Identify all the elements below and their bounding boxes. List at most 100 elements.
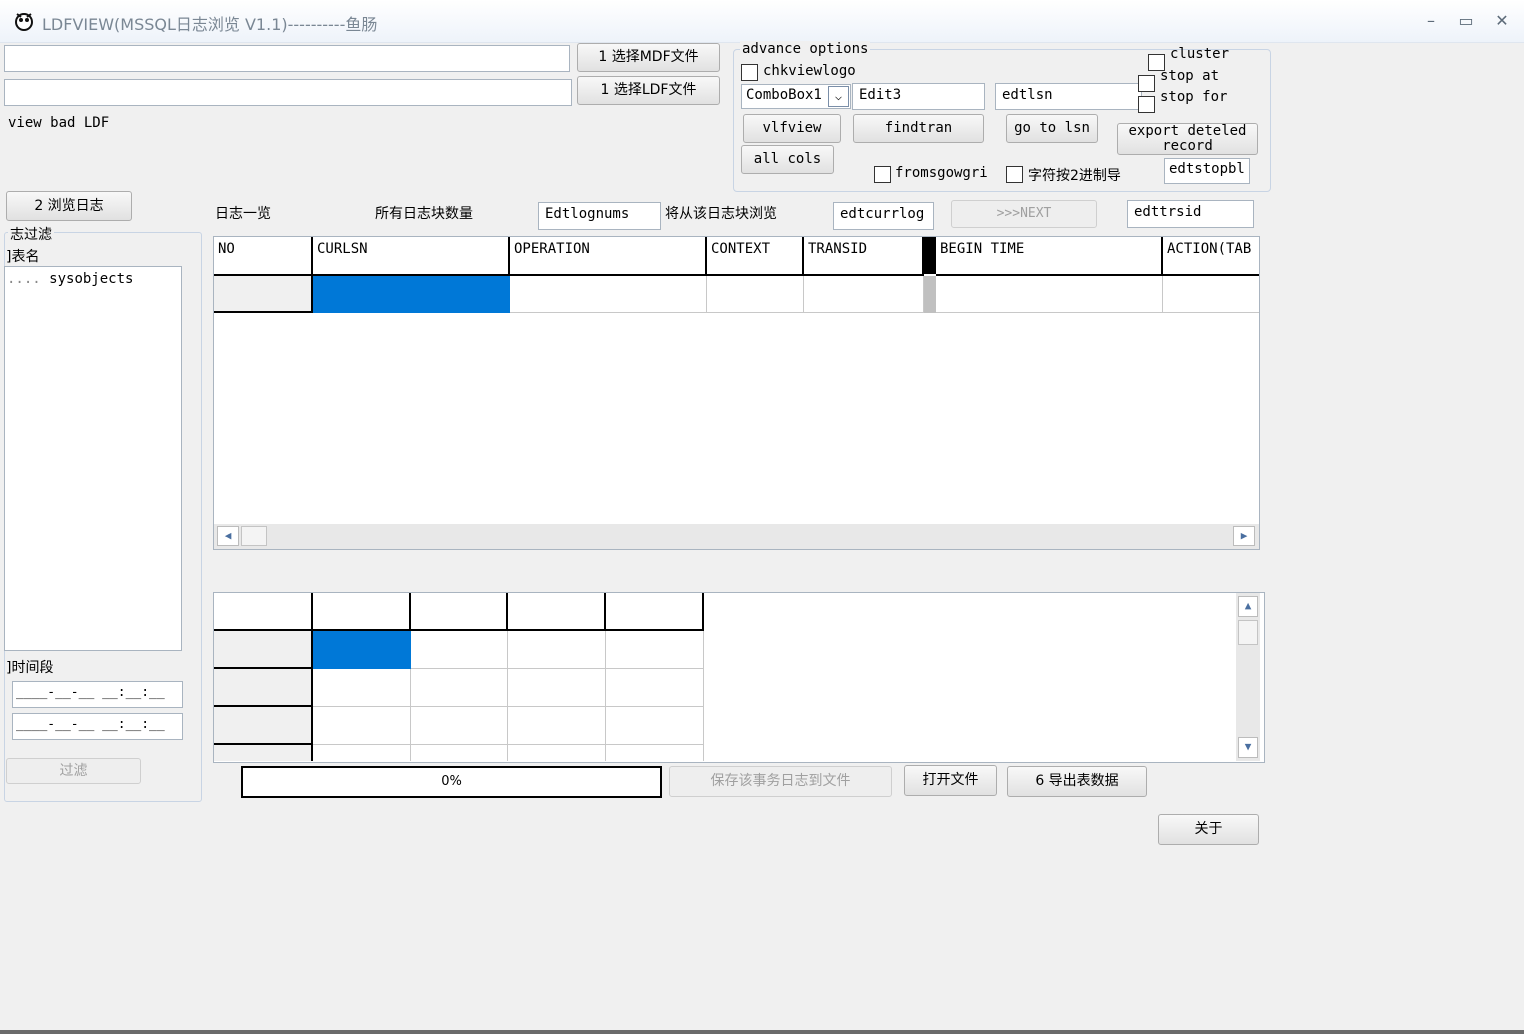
col-header-no[interactable]: NO	[214, 237, 313, 276]
detail-cell[interactable]	[508, 631, 606, 669]
stop-at-checkbox[interactable]	[1138, 75, 1155, 92]
chkviewlogo-checkbox[interactable]	[741, 64, 758, 81]
detail-cell[interactable]	[606, 669, 704, 707]
log-filter-label: 志过滤	[8, 224, 54, 244]
go-to-lsn-button[interactable]: go to lsn	[1006, 114, 1098, 143]
edtstopbl-input[interactable]: edtstopbl	[1164, 158, 1250, 184]
detail-col-header[interactable]	[606, 593, 704, 631]
time-from-input[interactable]: ____-__-__ __:__:__	[12, 681, 183, 708]
tree-item-label: sysobjects	[49, 271, 134, 287]
select-ldf-button[interactable]: 1 选择LDF文件	[577, 76, 720, 105]
detail-row-header[interactable]	[214, 669, 313, 707]
detail-cell[interactable]	[411, 707, 508, 745]
close-button[interactable]: ✕	[1488, 9, 1516, 33]
save-transaction-log-button[interactable]: 保存该事务日志到文件	[669, 766, 892, 797]
detail-selected-cell[interactable]	[313, 631, 411, 669]
selected-cell[interactable]	[313, 276, 510, 313]
grid-cell[interactable]	[1163, 276, 1259, 313]
detail-cell[interactable]	[508, 745, 606, 761]
detail-cell[interactable]	[411, 745, 508, 761]
detail-row-header[interactable]	[214, 745, 313, 761]
edtlsn-input[interactable]: edtlsn	[995, 83, 1142, 110]
advance-options-label: advance options	[740, 41, 871, 57]
scroll-right-icon[interactable]: ▶	[1233, 526, 1255, 546]
row-indicator[interactable]	[214, 276, 313, 313]
grid-cell[interactable]	[936, 276, 1163, 313]
vertical-scrollbar-thumb[interactable]	[1238, 620, 1258, 645]
curr-log-input[interactable]: edtcurrlog	[833, 202, 934, 230]
scroll-up-icon[interactable]: ▲	[1238, 596, 1258, 617]
vertical-scrollbar[interactable]	[1236, 593, 1260, 761]
scroll-down-icon[interactable]: ▼	[1238, 737, 1258, 758]
about-button[interactable]: 关于	[1158, 814, 1259, 845]
column-divider-cell	[924, 276, 936, 313]
vlfview-button[interactable]: vlfview	[743, 114, 841, 143]
detail-col-header[interactable]	[313, 593, 411, 631]
detail-cell[interactable]	[508, 707, 606, 745]
view-bad-ldf-label: view bad LDF	[8, 115, 110, 131]
all-cols-button[interactable]: all cols	[741, 145, 834, 174]
minimize-button[interactable]: –	[1417, 9, 1445, 33]
export-table-data-button[interactable]: 6 导出表数据	[1007, 766, 1147, 797]
export-deleted-record-button[interactable]: export deteled record	[1117, 123, 1258, 155]
fromsgowgri-label: fromsgowgri	[895, 165, 988, 181]
table-name-label: ]表名	[6, 249, 40, 265]
detail-col-header[interactable]	[508, 593, 606, 631]
chkviewlogo-label: chkviewlogo	[763, 63, 856, 79]
trsid-input[interactable]: edttrsid	[1127, 200, 1254, 228]
block-count-input[interactable]: Edtlognums	[538, 202, 661, 230]
detail-cell[interactable]	[313, 707, 411, 745]
next-button[interactable]: >>>NEXT	[951, 200, 1097, 228]
select-mdf-button[interactable]: 1 选择MDF文件	[577, 43, 720, 72]
grid-cell[interactable]	[510, 276, 707, 313]
detail-row-header[interactable]	[214, 707, 313, 745]
detail-col-header[interactable]	[411, 593, 508, 631]
browse-from-label: 将从该日志块浏览	[665, 206, 777, 222]
detail-cell[interactable]	[411, 669, 508, 707]
detail-corner[interactable]	[214, 593, 313, 631]
detail-cell[interactable]	[508, 669, 606, 707]
detail-cell[interactable]	[411, 631, 508, 669]
filter-button[interactable]: 过滤	[6, 758, 141, 784]
char-binary-checkbox[interactable]	[1006, 166, 1023, 183]
time-to-input[interactable]: ____-__-__ __:__:__	[12, 713, 183, 740]
open-file-button[interactable]: 打开文件	[904, 765, 997, 796]
detail-cell[interactable]	[606, 745, 704, 761]
stop-for-checkbox[interactable]	[1138, 96, 1155, 113]
char-binary-label: 字符按2进制导	[1028, 168, 1121, 184]
ldf-path-input[interactable]	[4, 79, 572, 106]
detail-cell[interactable]	[313, 669, 411, 707]
col-header-context[interactable]: CONTEXT	[707, 237, 804, 276]
browse-log-button[interactable]: 2 浏览日志	[6, 191, 132, 221]
app-icon	[15, 13, 33, 31]
findtran-button[interactable]: findtran	[853, 114, 984, 143]
col-header-operation[interactable]: OPERATION	[510, 237, 707, 276]
block-count-label: 所有日志块数量	[375, 206, 473, 222]
cluster-label: cluster	[1170, 46, 1230, 62]
stop-at-label: stop at	[1160, 68, 1220, 84]
mdf-path-input[interactable]	[4, 45, 570, 72]
grid-cell[interactable]	[804, 276, 924, 313]
detail-row-header[interactable]	[214, 631, 313, 669]
edit3-input[interactable]: Edit3	[852, 83, 985, 110]
table-tree[interactable]: .... sysobjects	[4, 266, 182, 651]
tree-item-sysobjects[interactable]: .... sysobjects	[7, 271, 133, 287]
col-header-action[interactable]: ACTION(TAB	[1163, 237, 1259, 276]
scrollbar-thumb[interactable]	[241, 526, 267, 546]
col-header-begin-time[interactable]: BEGIN TIME	[936, 237, 1163, 276]
window-bottom-edge	[0, 1030, 1524, 1034]
column-divider	[924, 237, 936, 274]
fromsgowgri-checkbox[interactable]	[874, 166, 891, 183]
grid-cell[interactable]	[707, 276, 804, 313]
detail-cell[interactable]	[606, 631, 704, 669]
window-title: LDFVIEW(MSSQL日志浏览 V1.1)----------鱼肠	[42, 15, 378, 34]
col-header-curlsn[interactable]: CURLSN	[313, 237, 510, 276]
scroll-left-icon[interactable]: ◀	[217, 526, 239, 546]
detail-cell[interactable]	[606, 707, 704, 745]
horizontal-scrollbar[interactable]	[214, 524, 1259, 549]
maximize-button[interactable]: ▭	[1452, 9, 1480, 33]
detail-cell[interactable]	[313, 745, 411, 761]
chevron-down-icon[interactable]: ⌵	[828, 86, 849, 107]
stop-for-label: stop for	[1160, 89, 1228, 105]
col-header-transid[interactable]: TRANSID	[804, 237, 924, 276]
